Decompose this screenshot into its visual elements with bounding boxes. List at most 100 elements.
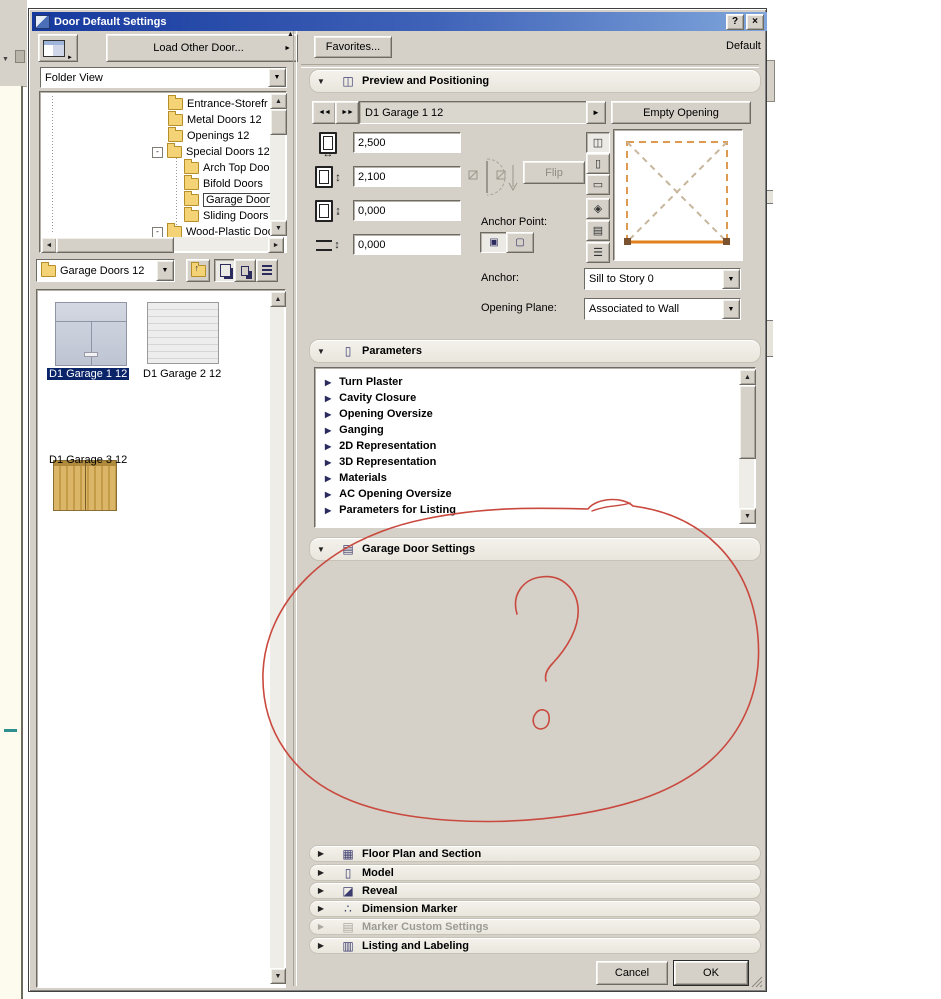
parameter-row[interactable]: ▶ 2D Representation xyxy=(325,440,436,452)
parameter-row[interactable]: ▶ Materials xyxy=(325,472,387,484)
expand-icon[interactable]: ▶ xyxy=(325,394,331,403)
panel-divider[interactable] xyxy=(293,31,297,986)
tree-item-selected[interactable]: Garage Door xyxy=(184,191,273,207)
tree-item[interactable]: - Special Doors 12 xyxy=(152,143,270,159)
tree-item[interactable]: Arch Top Doo xyxy=(184,159,269,175)
scroll-down-icon[interactable]: ▼ xyxy=(739,508,756,524)
thumbnail-list[interactable]: D1 Garage 1 12 D1 Garage 2 12 D1 Garage … xyxy=(36,289,286,988)
thumb-label[interactable]: D1 Garage 3 12 xyxy=(49,454,127,466)
sill-height-input[interactable] xyxy=(353,200,461,221)
empty-opening-button[interactable]: Empty Opening xyxy=(611,101,751,124)
expand-icon[interactable]: ▶ xyxy=(325,378,331,387)
door-height-input[interactable] xyxy=(353,166,461,187)
panel-collapse-icon[interactable]: ▲ xyxy=(287,31,294,38)
collapse-box-icon[interactable]: - xyxy=(152,226,163,238)
tree-item[interactable]: Openings 12 xyxy=(168,127,249,143)
view-large-icons-button[interactable] xyxy=(214,259,236,282)
thumb-label[interactable]: D1 Garage 2 12 xyxy=(143,368,221,380)
combo-dropdown-icon[interactable]: ▼ xyxy=(722,299,740,319)
preview-section-view-button[interactable]: ▤ xyxy=(586,220,610,241)
cancel-button[interactable]: Cancel xyxy=(596,961,668,985)
tree-item[interactable]: Sliding Doors xyxy=(184,207,268,223)
collapse-icon[interactable]: ▼ xyxy=(310,77,332,86)
tree-item[interactable]: Metal Doors 12 xyxy=(168,111,262,127)
door-preview-box[interactable] xyxy=(613,129,743,261)
expand-icon[interactable]: ▶ xyxy=(325,506,331,515)
parameters-vscrollbar[interactable]: ▲ ▼ xyxy=(739,369,756,524)
help-button[interactable]: ? xyxy=(726,13,744,30)
parameter-row[interactable]: ▶ 3D Representation xyxy=(325,456,436,468)
next-item-button[interactable]: ►► xyxy=(335,101,359,124)
scroll-thumb[interactable] xyxy=(56,237,174,253)
thumb-label[interactable]: D1 Garage 1 12 xyxy=(47,368,130,380)
expand-icon[interactable]: ▶ xyxy=(310,904,332,913)
expand-icon[interactable]: ▶ xyxy=(310,868,332,877)
thumb-d1-garage-1[interactable] xyxy=(55,302,127,366)
preview-3d-view-button[interactable]: ◈ xyxy=(586,198,610,219)
scroll-thumb[interactable] xyxy=(270,109,287,135)
thumb-d1-garage-3[interactable] xyxy=(53,460,117,511)
preview-info-button[interactable]: ☰ xyxy=(586,242,610,263)
expand-icon[interactable]: ▶ xyxy=(325,474,331,483)
combo-dropdown-icon[interactable]: ▼ xyxy=(722,269,740,289)
anchor-point-button-1[interactable]: ▣ xyxy=(480,232,508,253)
background-tool-icon[interactable] xyxy=(15,50,25,63)
prev-item-button[interactable]: ◄◄ xyxy=(312,101,336,124)
library-view-button[interactable]: ► xyxy=(38,34,78,62)
section-floor-plan[interactable]: ▶ ▦ Floor Plan and Section xyxy=(309,845,761,862)
scroll-down-icon[interactable]: ▼ xyxy=(270,968,286,984)
parameter-row[interactable]: ▶ Opening Oversize xyxy=(325,408,433,420)
up-one-level-button[interactable]: ↑ xyxy=(186,259,210,282)
thumbs-vscrollbar[interactable]: ▲ ▼ xyxy=(270,291,286,984)
expand-icon[interactable]: ▶ xyxy=(325,426,331,435)
parameter-row[interactable]: ▶ Parameters for Listing xyxy=(325,504,456,516)
parameter-row[interactable]: ▶ Ganging xyxy=(325,424,384,436)
collapse-icon[interactable]: ▼ xyxy=(310,545,332,554)
title-bar[interactable]: Door Default Settings ? × xyxy=(32,12,767,31)
section-model[interactable]: ▶ ▯ Model xyxy=(309,864,761,881)
section-garage-door-settings[interactable]: ▼ ▤ Garage Door Settings xyxy=(309,537,761,561)
parameter-row[interactable]: ▶ Turn Plaster xyxy=(325,376,403,388)
close-button[interactable]: × xyxy=(746,13,764,30)
expand-icon[interactable]: ▶ xyxy=(325,442,331,451)
anchor-combo[interactable]: Sill to Story 0 ▼ xyxy=(584,268,741,290)
scroll-left-icon[interactable]: ◄ xyxy=(41,237,57,253)
tree-vscrollbar[interactable]: ▲ ▼ xyxy=(270,93,287,236)
current-folder-combo[interactable]: Garage Doors 12 ▼ xyxy=(36,259,175,282)
tree-item[interactable]: Entrance-Storefr xyxy=(168,95,268,111)
anchor-point-button-2[interactable]: ▢ xyxy=(506,232,534,253)
expand-icon[interactable]: ▶ xyxy=(310,849,332,858)
expand-icon[interactable]: ▶ xyxy=(310,886,332,895)
section-preview-positioning[interactable]: ▼ ◫ Preview and Positioning xyxy=(309,69,761,93)
scroll-up-icon[interactable]: ▲ xyxy=(270,93,287,109)
resize-grip[interactable] xyxy=(749,974,763,988)
parameters-list[interactable]: ▶ Turn Plaster ▶ Cavity Closure ▶ Opening O… xyxy=(314,367,756,528)
view-list-button[interactable] xyxy=(256,259,278,282)
section-listing-labeling[interactable]: ▶ ▥ Listing and Labeling xyxy=(309,937,761,954)
favorites-button[interactable]: Favorites... xyxy=(314,36,392,58)
scroll-thumb[interactable] xyxy=(739,385,756,459)
load-other-door-button[interactable]: Load Other Door... ► xyxy=(106,34,298,62)
collapse-icon[interactable]: ▼ xyxy=(310,347,332,356)
expand-icon[interactable]: ▶ xyxy=(325,490,331,499)
ok-button[interactable]: OK xyxy=(674,961,748,985)
door-width-input[interactable] xyxy=(353,132,461,153)
scroll-right-icon[interactable]: ► xyxy=(268,237,284,253)
background-dropdown-icon[interactable]: ▼ xyxy=(2,56,9,63)
tree-item[interactable]: Bifold Doors xyxy=(184,175,263,191)
preview-plan-view-button[interactable]: ▯ xyxy=(586,153,610,174)
view-small-icons-button[interactable] xyxy=(234,259,256,282)
section-parameters[interactable]: ▼ ▯ Parameters xyxy=(309,339,761,363)
parameter-row[interactable]: ▶ AC Opening Oversize xyxy=(325,488,452,500)
scroll-up-icon[interactable]: ▲ xyxy=(270,291,286,307)
expand-icon[interactable]: ▶ xyxy=(310,941,332,950)
more-options-button[interactable]: ► xyxy=(586,101,606,124)
view-mode-combo[interactable]: Folder View ▼ xyxy=(40,67,287,88)
combo-dropdown-icon[interactable]: ▼ xyxy=(156,260,174,281)
folder-tree[interactable]: Entrance-Storefr Metal Doors 12 Openings… xyxy=(39,91,287,253)
preview-side-view-button[interactable]: ▭ xyxy=(586,174,610,195)
expand-icon[interactable]: ▶ xyxy=(325,458,331,467)
section-reveal[interactable]: ▶ ◪ Reveal xyxy=(309,882,761,899)
parameter-row[interactable]: ▶ Cavity Closure xyxy=(325,392,416,404)
scroll-down-icon[interactable]: ▼ xyxy=(270,220,287,236)
